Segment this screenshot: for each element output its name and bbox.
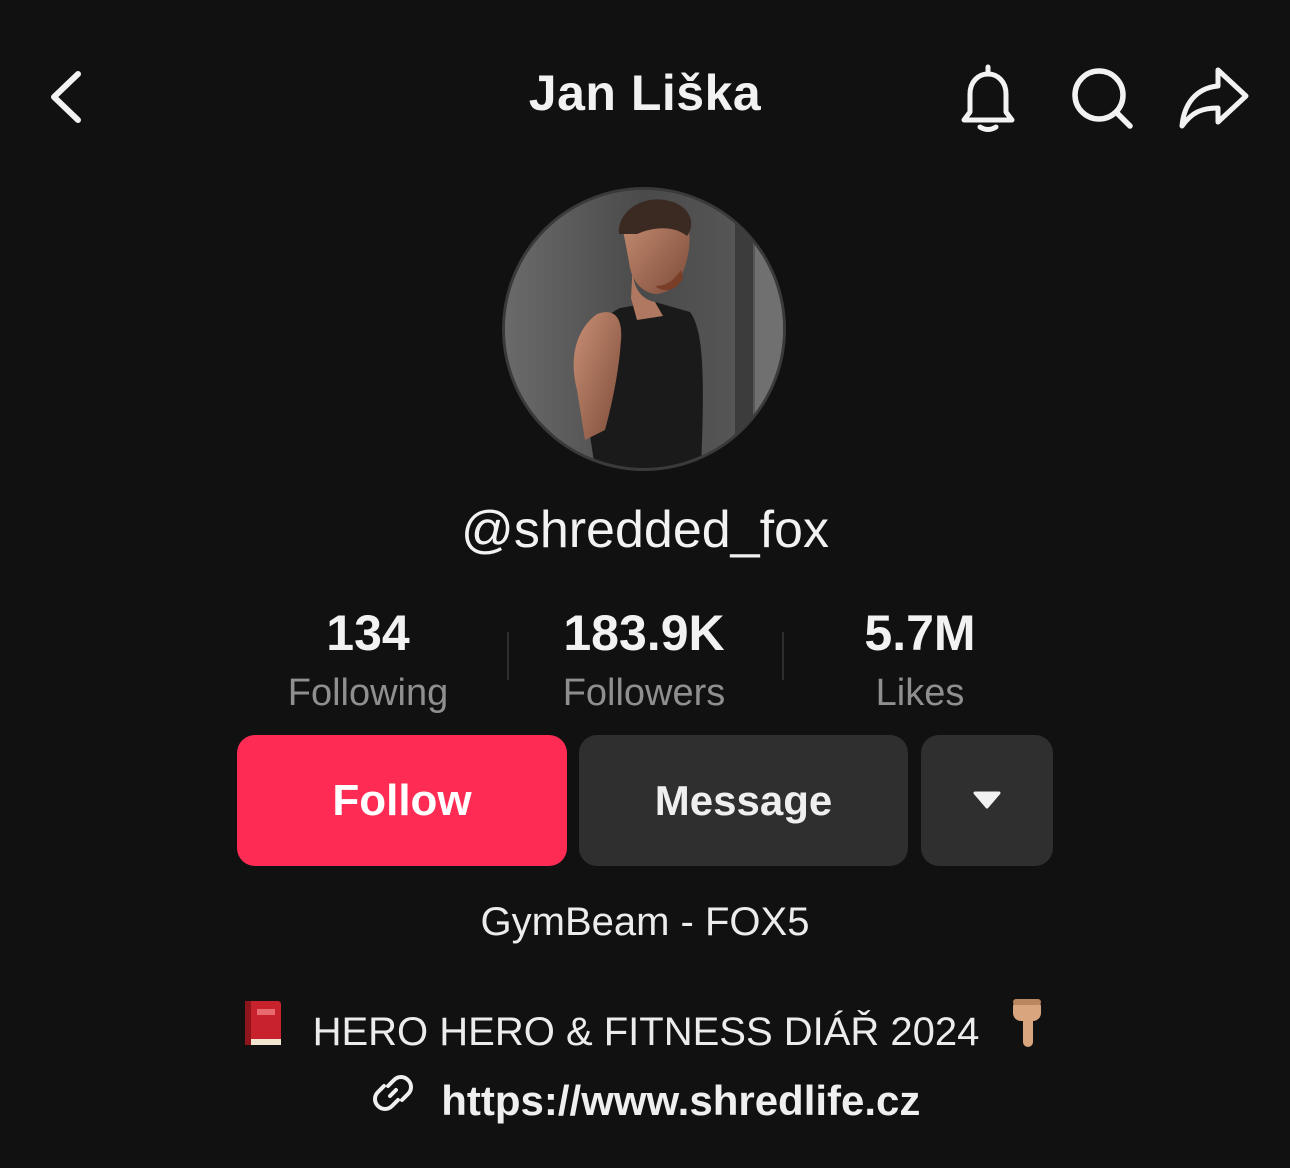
search-button[interactable]	[1062, 58, 1142, 138]
stats-divider	[507, 632, 509, 680]
pointing-down-hand-icon	[1005, 995, 1051, 1061]
caret-down-icon	[973, 791, 1001, 809]
notifications-button[interactable]	[948, 58, 1028, 138]
followers-label: Followers	[562, 672, 726, 714]
message-button[interactable]: Message	[579, 735, 908, 866]
follow-button[interactable]: Follow	[237, 735, 567, 866]
followers-count: 183.9K	[563, 605, 725, 661]
search-icon	[1072, 68, 1133, 129]
following-label: Following	[287, 672, 449, 714]
profile-photo	[505, 190, 783, 468]
username-handle: @shredded_fox	[461, 501, 829, 559]
likes-count: 5.7M	[864, 605, 976, 661]
profile-stats: 134 Following 183.9K Followers 5.7M Like…	[0, 600, 1290, 720]
bio-link[interactable]: https://www.shredlife.cz	[441, 1077, 920, 1124]
bio-promo-text: HERO HERO & FITNESS DIÁŘ 2024	[312, 1009, 980, 1054]
bell-icon	[961, 63, 1015, 132]
stats-divider	[782, 632, 784, 680]
likes-label: Likes	[875, 672, 965, 714]
bio-name-line: GymBeam - FOX5	[480, 900, 810, 944]
avatar[interactable]	[502, 187, 786, 471]
link-icon	[370, 1070, 416, 1126]
red-book-icon	[239, 997, 287, 1059]
share-icon	[1179, 67, 1249, 129]
more-options-button[interactable]	[921, 735, 1053, 866]
stat-followers[interactable]: 183.9K Followers	[514, 600, 774, 718]
bio-link-row[interactable]: https://www.shredlife.cz	[0, 1074, 1290, 1126]
bio-promo-line: HERO HERO & FITNESS DIÁŘ 2024	[0, 999, 1290, 1061]
following-count: 134	[326, 605, 410, 661]
share-button[interactable]	[1174, 58, 1254, 138]
stat-likes[interactable]: 5.7M Likes	[790, 600, 1050, 718]
stat-following[interactable]: 134 Following	[238, 600, 498, 718]
top-bar: Jan Liška	[0, 0, 1290, 190]
